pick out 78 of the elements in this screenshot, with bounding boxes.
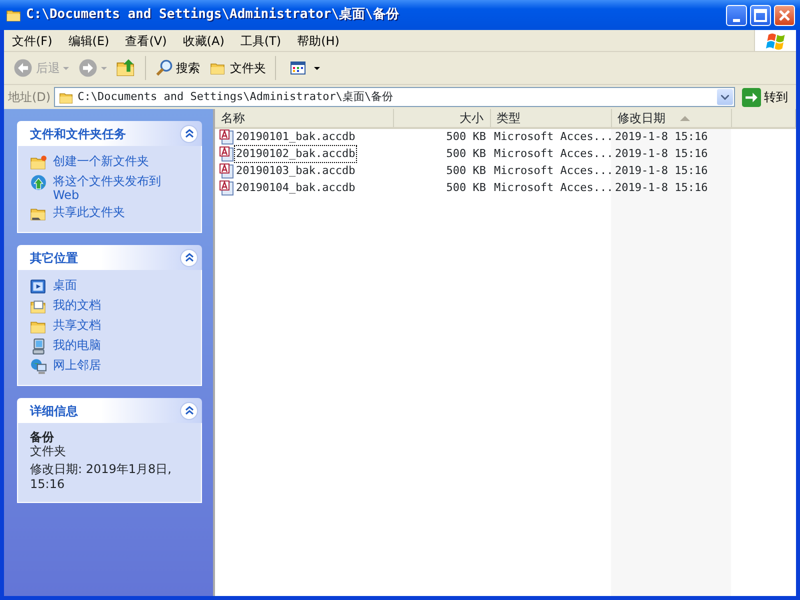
task-link[interactable]: 桌面	[53, 278, 77, 292]
documents-icon	[30, 298, 47, 315]
table-cell: Microsoft Acces...	[490, 146, 611, 162]
panel-title: 其它位置	[30, 250, 78, 266]
search-button[interactable]: 搜索	[152, 57, 203, 79]
dropdown-button[interactable]	[717, 89, 733, 105]
maximize-button[interactable]	[750, 4, 771, 26]
column-header[interactable]: 类型	[490, 109, 611, 128]
double-chevron-up-icon	[184, 129, 194, 138]
access-file-icon	[219, 163, 235, 179]
table-cell: Microsoft Acces...	[490, 162, 611, 180]
table-cell: 2019-1-8 15:16	[611, 128, 731, 146]
modified-date: 修改日期: 2019年1月8日, 15:16	[30, 462, 172, 492]
go-button[interactable]: 转到	[738, 88, 792, 106]
file-name[interactable]: 20190103_bak.accdb	[235, 162, 356, 180]
collapse-button[interactable]	[180, 248, 198, 266]
sort-arrow-icon	[680, 116, 690, 122]
windows-logo-icon	[764, 30, 786, 50]
task-link[interactable]: 网上邻居	[53, 358, 101, 372]
computer-icon	[30, 338, 47, 355]
task-link[interactable]: 共享文档	[53, 318, 101, 332]
task-link[interactable]: 将这个文件夹发布到 Web	[53, 174, 173, 202]
close-button[interactable]	[774, 4, 795, 26]
search-icon	[155, 59, 173, 77]
table-cell: 500 KB	[393, 128, 490, 146]
dropdown-arrow-icon	[101, 66, 107, 70]
table-cell: 2019-1-8 15:16	[611, 180, 731, 196]
collapse-button[interactable]	[180, 402, 198, 420]
up-folder-icon	[116, 58, 136, 78]
double-chevron-up-icon	[184, 253, 194, 262]
globe-icon	[30, 174, 47, 191]
network-icon	[30, 358, 47, 375]
menu-item[interactable]: 查看(V)	[117, 32, 175, 50]
maximize-icon	[754, 8, 767, 22]
file-name[interactable]: 20190104_bak.accdb	[235, 180, 356, 196]
dropdown-arrow-icon	[63, 66, 69, 70]
address-field[interactable]: C:\Documents and Settings\Administrator\桌面\备份	[54, 87, 735, 107]
table-cell: Microsoft Acces...	[490, 128, 611, 146]
close-icon	[779, 10, 790, 20]
address-label: 地址(D)	[8, 89, 51, 106]
file-name[interactable]: 20190102_bak.accdb	[235, 146, 356, 162]
column-header[interactable]: 名称	[215, 109, 393, 128]
menu-item[interactable]: 工具(T)	[232, 32, 290, 50]
menu-item[interactable]: 收藏(A)	[174, 32, 232, 50]
table-cell: Microsoft Acces...	[490, 180, 611, 196]
panel-title: 详细信息	[30, 402, 78, 420]
panel-title: 文件和文件夹任务	[30, 126, 126, 142]
dropdown-arrow-icon	[314, 66, 320, 70]
table-cell: 2019-1-8 15:16	[611, 162, 731, 180]
table-cell-text: 500 KB	[445, 180, 487, 196]
task-link[interactable]: 我的文档	[53, 298, 101, 312]
folders-button[interactable]: 文件夹	[206, 57, 269, 79]
item-type: 文件夹	[30, 444, 67, 459]
column-header[interactable]: 大小	[393, 109, 490, 128]
access-file-icon	[219, 129, 235, 146]
window-title: C:\Documents and Settings\Administrator\桌面\备份	[26, 6, 400, 24]
minimize-button[interactable]	[726, 4, 747, 26]
double-chevron-up-icon	[184, 406, 194, 415]
task-link[interactable]: 共享此文件夹	[53, 205, 125, 219]
table-cell: 2019-1-8 15:16	[611, 146, 731, 162]
table-cell-text: 500 KB	[445, 146, 487, 162]
minimize-icon	[733, 18, 740, 22]
menu-item[interactable]: 文件(F)	[4, 32, 60, 50]
access-file-icon	[219, 146, 235, 162]
item-name: 备份	[30, 431, 55, 444]
table-cell-text: 500 KB	[445, 162, 487, 179]
file-name[interactable]: 20190101_bak.accdb	[235, 129, 356, 146]
chevron-down-icon	[721, 94, 729, 100]
new-folder-icon	[30, 154, 47, 171]
address-text: C:\Documents and Settings\Administrator\桌面\备份	[78, 88, 394, 105]
collapse-button[interactable]	[180, 124, 198, 142]
desktop-icon	[30, 278, 47, 295]
column-header[interactable]: 修改日期	[611, 109, 731, 128]
task-link[interactable]: 创建一个新文件夹	[53, 154, 149, 168]
menu-item[interactable]: 编辑(E)	[60, 32, 118, 50]
menu-item[interactable]: 帮助(H)	[289, 32, 348, 50]
task-link[interactable]: 我的电脑	[53, 338, 101, 352]
access-file-icon	[219, 180, 235, 196]
